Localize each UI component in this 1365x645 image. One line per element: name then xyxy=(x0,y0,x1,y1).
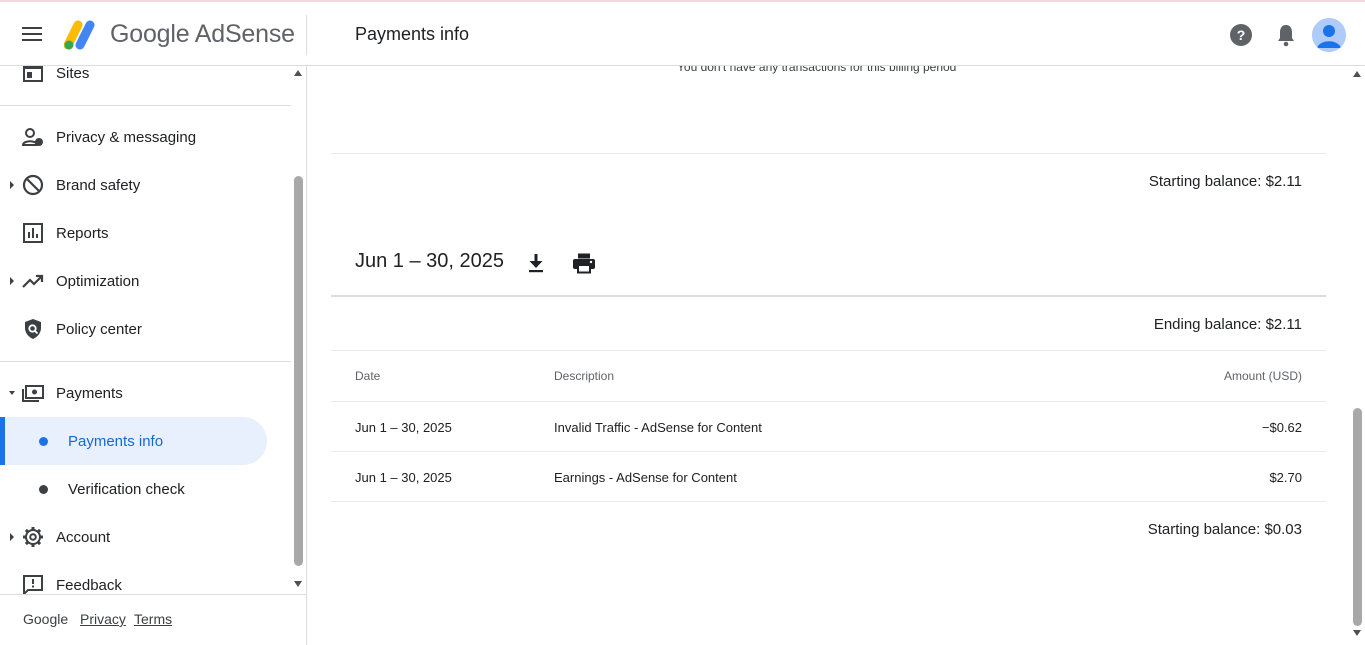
main-scrollbar[interactable] xyxy=(1350,66,1365,645)
sidebar-item-privacy-messaging[interactable]: Privacy & messaging xyxy=(0,117,291,157)
bullet-dot-icon xyxy=(39,437,48,446)
sidebar-item-label: Optimization xyxy=(56,273,140,290)
column-header-amount: Amount (USD) xyxy=(1223,369,1302,383)
sidebar-divider xyxy=(0,361,291,362)
sidebar-item-label: Sites xyxy=(56,66,90,82)
table-divider xyxy=(331,401,1326,402)
adsense-logo-icon[interactable] xyxy=(64,17,100,51)
scroll-down-arrow-icon[interactable] xyxy=(294,581,302,587)
user-avatar-icon xyxy=(1312,18,1346,52)
svg-text:?: ? xyxy=(1237,27,1246,43)
scroll-up-arrow-icon[interactable] xyxy=(1353,71,1361,77)
terms-link[interactable]: Terms xyxy=(134,611,172,627)
sidebar: Sites Privacy & messaging Brand safety R… xyxy=(0,66,307,645)
sidebar-item-optimization[interactable]: Optimization xyxy=(0,261,291,301)
google-footer-label: Google xyxy=(23,611,69,627)
caret-right-icon[interactable] xyxy=(9,276,15,286)
sidebar-item-label: Account xyxy=(56,529,111,546)
sidebar-item-label: Brand safety xyxy=(56,177,141,194)
starting-balance: Starting balance: $0.03 xyxy=(1147,521,1302,538)
policy-shield-icon xyxy=(25,319,41,339)
row-amount: −$0.62 xyxy=(1261,420,1302,435)
caret-right-icon[interactable] xyxy=(9,532,15,542)
sidebar-scrollbar[interactable] xyxy=(291,66,306,594)
no-transactions-message: You don't have any transactions for this… xyxy=(677,66,957,74)
bullet-dot-icon xyxy=(39,485,48,494)
payments-icon xyxy=(22,385,44,402)
sidebar-item-label: Privacy & messaging xyxy=(56,129,197,146)
block-icon xyxy=(22,174,44,196)
main-scroll-thumb[interactable] xyxy=(1353,408,1362,626)
sidebar-scroll-thumb[interactable] xyxy=(294,176,303,566)
caret-down-icon[interactable] xyxy=(9,388,15,398)
sidebar-item-label: Verification check xyxy=(68,481,185,498)
privacy-messaging-icon xyxy=(21,128,43,146)
sidebar-item-label: Reports xyxy=(56,225,109,242)
row-amount: $2.70 xyxy=(1269,470,1302,485)
period-header-divider xyxy=(331,295,1326,297)
sidebar-item-label: Payments xyxy=(56,385,123,402)
sidebar-item-label: Policy center xyxy=(56,321,142,338)
sidebar-item-verification-check[interactable]: Verification check xyxy=(0,465,291,513)
sidebar-item-label: Payments info xyxy=(68,433,164,450)
sidebar-item-label: Feedback xyxy=(56,577,122,594)
trending-up-icon xyxy=(22,274,44,288)
notifications-bell-icon[interactable] xyxy=(1272,20,1300,50)
gear-icon xyxy=(23,527,43,547)
active-item-indicator xyxy=(0,417,5,465)
section-divider xyxy=(331,350,1326,351)
sidebar-item-reports[interactable]: Reports xyxy=(0,213,291,253)
ending-balance: Ending balance: $2.11 xyxy=(1153,316,1302,333)
row-date: Jun 1 – 30, 2025 xyxy=(355,470,452,485)
sidebar-divider xyxy=(0,105,291,106)
reports-icon xyxy=(23,223,43,243)
main-content: You don't have any transactions for this… xyxy=(307,66,1350,645)
page-title: Payments info xyxy=(355,24,470,44)
sidebar-nav: Sites Privacy & messaging Brand safety R… xyxy=(0,66,291,597)
sites-icon xyxy=(23,66,43,82)
help-icon[interactable]: ? xyxy=(1226,20,1256,50)
download-icon[interactable] xyxy=(524,251,548,275)
account-avatar[interactable] xyxy=(1312,18,1346,52)
row-date: Jun 1 – 30, 2025 xyxy=(355,420,452,435)
sidebar-footer: Google Privacy Terms xyxy=(0,594,306,645)
section-divider xyxy=(331,153,1326,154)
sidebar-item-sites[interactable]: Sites xyxy=(0,66,291,93)
print-icon[interactable] xyxy=(571,251,597,275)
row-description: Invalid Traffic - AdSense for Content xyxy=(554,420,762,435)
header-divider xyxy=(306,15,307,55)
sidebar-item-payments-info[interactable]: Payments info xyxy=(0,417,291,465)
app-header: Google AdSense Payments info ? xyxy=(0,0,1365,66)
brand-name: Google AdSense xyxy=(110,20,295,48)
row-description: Earnings - AdSense for Content xyxy=(554,470,737,485)
scroll-up-arrow-icon[interactable] xyxy=(294,70,302,76)
column-header-description: Description xyxy=(554,369,615,383)
sidebar-item-payments[interactable]: Payments xyxy=(0,373,291,413)
previous-starting-balance: Starting balance: $2.11 xyxy=(1148,173,1302,190)
privacy-link[interactable]: Privacy xyxy=(80,611,126,627)
column-header-date: Date xyxy=(355,369,381,383)
sidebar-item-policy-center[interactable]: Policy center xyxy=(0,309,291,349)
caret-right-icon[interactable] xyxy=(9,180,15,190)
menu-button[interactable] xyxy=(14,16,50,52)
hamburger-menu-icon xyxy=(22,27,42,41)
table-divider xyxy=(331,451,1326,452)
table-divider xyxy=(331,501,1326,502)
sidebar-item-brand-safety[interactable]: Brand safety xyxy=(0,165,291,205)
sidebar-item-account[interactable]: Account xyxy=(0,517,291,557)
billing-period-title: Jun 1 – 30, 2025 xyxy=(355,250,505,272)
scroll-down-arrow-icon[interactable] xyxy=(1353,630,1361,636)
